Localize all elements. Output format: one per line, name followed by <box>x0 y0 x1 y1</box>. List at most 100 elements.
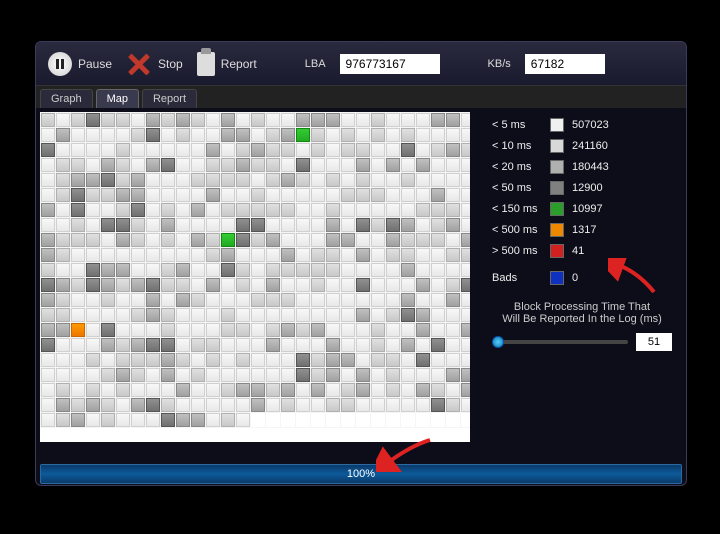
legend-row: > 500 ms41 <box>492 244 672 258</box>
block-cell <box>71 248 85 262</box>
block-cell <box>41 248 55 262</box>
block-cell <box>431 278 445 292</box>
block-cell <box>221 323 235 337</box>
block-cell <box>236 263 250 277</box>
block-cell <box>146 173 160 187</box>
block-cell <box>431 263 445 277</box>
block-cell <box>221 218 235 232</box>
block-cell <box>131 278 145 292</box>
block-cell <box>416 293 430 307</box>
block-cell <box>56 368 70 382</box>
legend-count: 12900 <box>572 182 603 194</box>
block-cell <box>251 173 265 187</box>
block-cell <box>341 353 355 367</box>
block-cell <box>386 398 400 412</box>
block-cell <box>386 218 400 232</box>
progress-bar: 100% <box>40 464 682 484</box>
block-cell <box>41 113 55 127</box>
block-cell <box>416 143 430 157</box>
block-cell <box>146 278 160 292</box>
block-cell <box>116 263 130 277</box>
block-cell <box>221 113 235 127</box>
block-cell <box>146 413 160 427</box>
block-cell <box>71 383 85 397</box>
block-cell <box>431 218 445 232</box>
block-cell <box>56 308 70 322</box>
block-cell <box>176 398 190 412</box>
block-cell <box>86 248 100 262</box>
block-cell <box>236 323 250 337</box>
block-cell <box>461 188 470 202</box>
block-cell <box>206 413 220 427</box>
block-cell <box>56 233 70 247</box>
tab-report[interactable]: Report <box>142 89 197 108</box>
block-cell <box>386 128 400 142</box>
kbs-input[interactable] <box>525 54 605 74</box>
block-cell <box>341 203 355 217</box>
block-cell <box>416 203 430 217</box>
block-cell <box>326 368 340 382</box>
toolbar: Pause Stop Report LBA KB/s <box>36 42 686 86</box>
block-cell <box>461 233 470 247</box>
block-cell <box>431 128 445 142</box>
report-button[interactable]: Report <box>197 52 257 76</box>
block-cell <box>221 383 235 397</box>
block-cell <box>236 158 250 172</box>
block-cell <box>71 158 85 172</box>
block-cell <box>371 128 385 142</box>
block-cell <box>326 218 340 232</box>
block-cell <box>221 308 235 322</box>
block-cell <box>446 353 460 367</box>
pause-label: Pause <box>78 57 112 71</box>
block-cell <box>86 338 100 352</box>
block-cell <box>266 353 280 367</box>
block-cell <box>206 113 220 127</box>
block-cell <box>311 263 325 277</box>
lba-input[interactable] <box>340 54 440 74</box>
block-cell <box>371 218 385 232</box>
log-threshold-slider[interactable] <box>492 340 628 344</box>
block-cell <box>431 383 445 397</box>
block-cell <box>206 173 220 187</box>
block-cell <box>356 158 370 172</box>
block-cell <box>461 128 470 142</box>
block-cell <box>431 113 445 127</box>
block-cell <box>41 188 55 202</box>
block-cell <box>251 158 265 172</box>
block-cell <box>266 293 280 307</box>
block-cell <box>56 113 70 127</box>
block-cell <box>251 398 265 412</box>
block-cell <box>281 233 295 247</box>
block-cell <box>116 383 130 397</box>
log-threshold-input[interactable] <box>636 333 672 351</box>
block-cell <box>221 293 235 307</box>
block-cell <box>236 413 250 427</box>
block-cell <box>41 398 55 412</box>
block-cell <box>371 383 385 397</box>
tab-graph[interactable]: Graph <box>40 89 93 108</box>
block-cell <box>236 128 250 142</box>
block-cell <box>296 158 310 172</box>
block-cell <box>41 218 55 232</box>
block-cell <box>86 188 100 202</box>
stop-button[interactable]: Stop <box>126 51 183 77</box>
block-cell <box>131 173 145 187</box>
block-cell <box>326 128 340 142</box>
block-cell <box>41 263 55 277</box>
block-cell <box>176 173 190 187</box>
block-cell <box>371 338 385 352</box>
pause-button[interactable]: Pause <box>48 52 112 76</box>
block-cell <box>431 398 445 412</box>
block-cell <box>281 263 295 277</box>
block-cell <box>266 263 280 277</box>
block-cell <box>356 353 370 367</box>
tab-map[interactable]: Map <box>96 89 139 108</box>
block-cell <box>251 383 265 397</box>
block-cell <box>341 398 355 412</box>
legend-count: 241160 <box>572 140 608 152</box>
block-cell <box>101 113 115 127</box>
block-cell <box>56 173 70 187</box>
block-cell <box>251 278 265 292</box>
block-cell <box>296 203 310 217</box>
block-cell <box>416 188 430 202</box>
